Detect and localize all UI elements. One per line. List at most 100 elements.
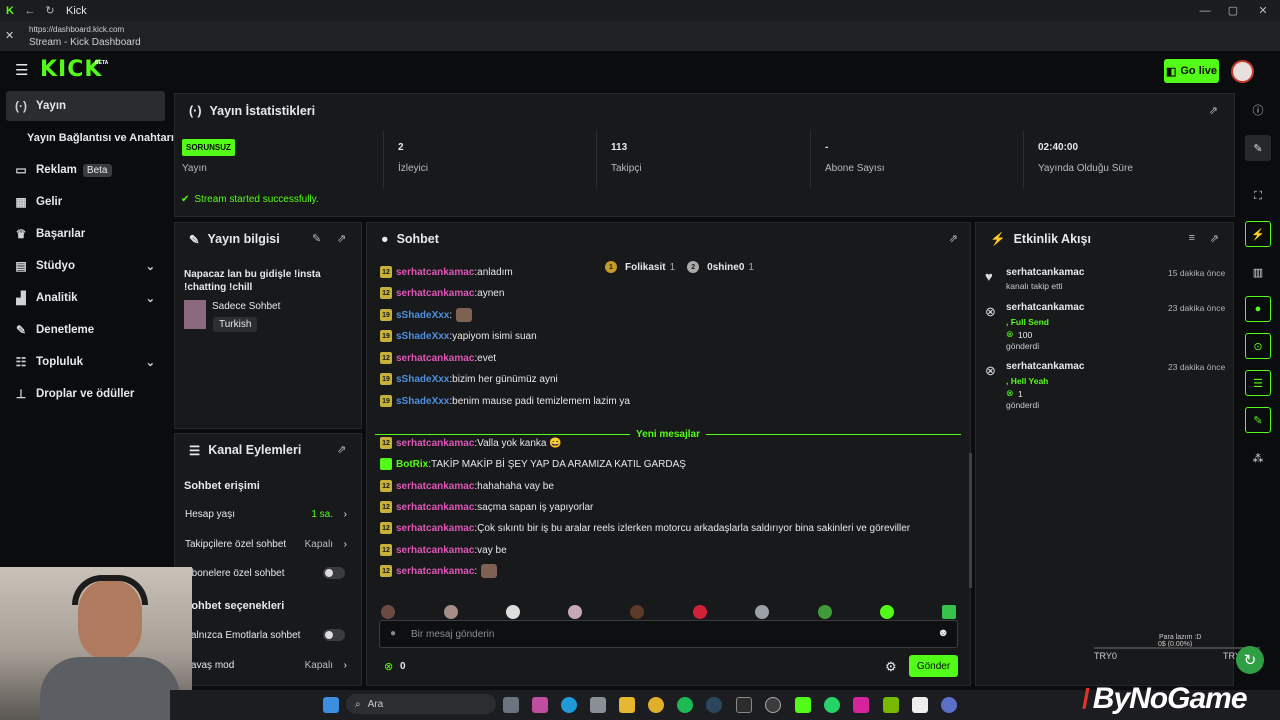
maximize-icon[interactable]: ▢ — [1223, 4, 1243, 17]
sidebar-item-stream-key[interactable]: Yayın Bağlantısı ve Anahtarı — [27, 123, 174, 153]
chat-username[interactable]: BotRix — [396, 459, 428, 470]
emote-1[interactable] — [381, 605, 395, 619]
store-icon[interactable] — [590, 697, 606, 713]
chat-username[interactable]: sShadeXxx — [396, 374, 449, 385]
nvidia-icon[interactable] — [883, 697, 899, 713]
emote-5[interactable] — [630, 605, 644, 619]
emote-10[interactable] — [942, 605, 956, 619]
close-window-icon[interactable]: ✕ — [1253, 4, 1273, 17]
emote-9[interactable] — [880, 605, 894, 619]
clipboard-icon[interactable]: ▥ — [1245, 259, 1271, 285]
emote-only-toggle[interactable] — [323, 629, 345, 641]
screenshot-icon[interactable]: ⛶ — [1245, 183, 1271, 209]
emote-2[interactable] — [444, 605, 458, 619]
rail-chat-icon[interactable]: ● — [1245, 296, 1271, 322]
popout-icon[interactable]: ⇗ — [337, 443, 346, 456]
rail-broadcast-icon[interactable]: ⊙ — [1245, 333, 1271, 359]
category-name[interactable]: Sadece Sohbet — [212, 301, 280, 312]
popout-icon[interactable]: ⇗ — [949, 232, 958, 245]
sidebar-item-gelir[interactable]: ▦ Gelir — [6, 187, 165, 217]
level-badge: 12 — [380, 501, 392, 513]
chat-input[interactable]: ● Bir mesaj gönderin ☻ — [379, 620, 958, 648]
avatar[interactable] — [1231, 60, 1254, 83]
taskbar-search[interactable]: ⌕ Ara — [346, 694, 496, 714]
send-button[interactable]: Gönder — [909, 655, 958, 677]
sidebar-item-analitik[interactable]: ▟ Analitik ⌄ — [6, 283, 165, 313]
files-icon[interactable] — [503, 697, 519, 713]
rail-lightning-icon[interactable]: ⚡ — [1245, 221, 1271, 247]
sidebar-item-topluluk[interactable]: ☷ Topluluk ⌄ — [6, 347, 165, 377]
app-icon[interactable] — [941, 697, 957, 713]
chat-input-placeholder: Bir mesaj gönderin — [411, 629, 495, 640]
emote-3[interactable] — [506, 605, 520, 619]
popout-icon[interactable]: ⇗ — [337, 232, 346, 245]
sidebar-item-reklam[interactable]: ▭ Reklam Beta — [6, 155, 165, 185]
rail-wrench-icon[interactable]: ✎ — [1245, 407, 1271, 433]
chat-username[interactable]: serhatcankamac — [396, 545, 474, 556]
followers-only-row[interactable]: Takipçilere özel sohbet Kapalı › — [185, 533, 355, 555]
epic-icon[interactable] — [736, 697, 752, 713]
instagram-icon[interactable] — [853, 697, 869, 713]
chat-scrollbar[interactable] — [969, 453, 972, 588]
emoji-icon[interactable]: ☻ — [937, 627, 949, 639]
edge-icon[interactable] — [561, 697, 577, 713]
chat-username[interactable]: serhatcankamac — [396, 481, 474, 492]
stats-panel: (·) Yayın İstatistikleri ⇗ SORUNSUZ Yayın … — [174, 93, 1235, 217]
steam-icon[interactable] — [706, 697, 722, 713]
chrome-icon[interactable] — [648, 697, 664, 713]
folder-icon[interactable] — [619, 697, 635, 713]
widgets-icon[interactable] — [532, 697, 548, 713]
settings-icon[interactable]: ⚙ — [885, 659, 897, 675]
chat-username[interactable]: serhatcankamac — [396, 566, 474, 577]
sidebar-item-yayin[interactable]: (·) Yayın — [6, 91, 165, 121]
subs-only-toggle[interactable] — [323, 567, 345, 579]
beta-badge: Beta — [82, 163, 112, 177]
sidebar-item-denetleme[interactable]: ✎ Denetleme — [6, 315, 165, 345]
emote-6[interactable] — [693, 605, 707, 619]
refresh-icon[interactable]: ↻ — [40, 4, 60, 17]
close-page-icon[interactable]: ✕ — [5, 29, 14, 42]
chat-username[interactable]: sShadeXxx — [396, 310, 449, 321]
emote-4[interactable] — [568, 605, 582, 619]
chat-username[interactable]: serhatcankamac — [396, 502, 474, 513]
g-app-icon[interactable] — [912, 697, 928, 713]
go-live-button[interactable]: ◧ Go live — [1164, 59, 1219, 83]
chat-username[interactable]: sShadeXxx — [396, 331, 449, 342]
kick-app-icon[interactable] — [795, 697, 811, 713]
chat-username[interactable]: serhatcankamac — [396, 353, 474, 364]
chat-username[interactable]: serhatcankamac — [396, 267, 474, 278]
bot-badge-icon — [380, 458, 392, 470]
kick-logo[interactable]: KICK — [40, 57, 102, 82]
bynogame-watermark: / ByNoGame — [1082, 678, 1280, 720]
edit-icon[interactable]: ✎ — [312, 232, 321, 245]
info-icon[interactable]: ⓘ — [1245, 97, 1271, 123]
chat-username[interactable]: sShadeXxx — [396, 396, 449, 407]
stat-uptime: 02:40:00 Yayında Olduğu Süre — [1024, 130, 1235, 188]
sidebar-item-droplar[interactable]: ⊥ Droplar ve ödüller — [6, 379, 165, 409]
filter-icon[interactable]: ≡ — [1189, 232, 1195, 244]
back-icon[interactable]: ← — [20, 5, 40, 17]
whatsapp-icon[interactable] — [824, 697, 840, 713]
popout-icon[interactable]: ⇗ — [1210, 232, 1219, 245]
chat-text: saçma sapan iş yapıyorlar — [477, 501, 594, 513]
emote-8[interactable] — [818, 605, 832, 619]
sidebar-item-studyo[interactable]: ▤ Stüdyo ⌄ — [6, 251, 165, 281]
community-icon[interactable]: ⁂ — [1245, 445, 1271, 471]
url-text[interactable]: https://dashboard.kick.com — [29, 25, 124, 34]
pencil-icon[interactable]: ✎ — [1245, 135, 1271, 161]
menu-icon[interactable]: ☰ — [15, 61, 28, 79]
popout-icon[interactable]: ⇗ — [1209, 104, 1218, 117]
chat-username[interactable]: serhatcankamac — [396, 288, 474, 299]
chat-username[interactable]: serhatcankamac — [396, 523, 474, 534]
account-age-row[interactable]: Hesap yaşı 1 sa. › — [185, 503, 355, 525]
obs-icon[interactable] — [765, 697, 781, 713]
rail-actions-icon[interactable]: ☰ — [1245, 370, 1271, 396]
windows-start-icon[interactable] — [323, 697, 339, 713]
slow-mode-row[interactable]: Yavaş mod Kapalı › — [185, 654, 355, 676]
sidebar-item-basarilar[interactable]: ♛ Başarılar — [6, 219, 165, 249]
go-live-label: Go live — [1180, 65, 1218, 77]
emote-7[interactable] — [755, 605, 769, 619]
chat-text: aynen — [477, 287, 505, 299]
spotify-icon[interactable] — [677, 697, 693, 713]
minimize-icon[interactable]: — — [1195, 5, 1215, 17]
